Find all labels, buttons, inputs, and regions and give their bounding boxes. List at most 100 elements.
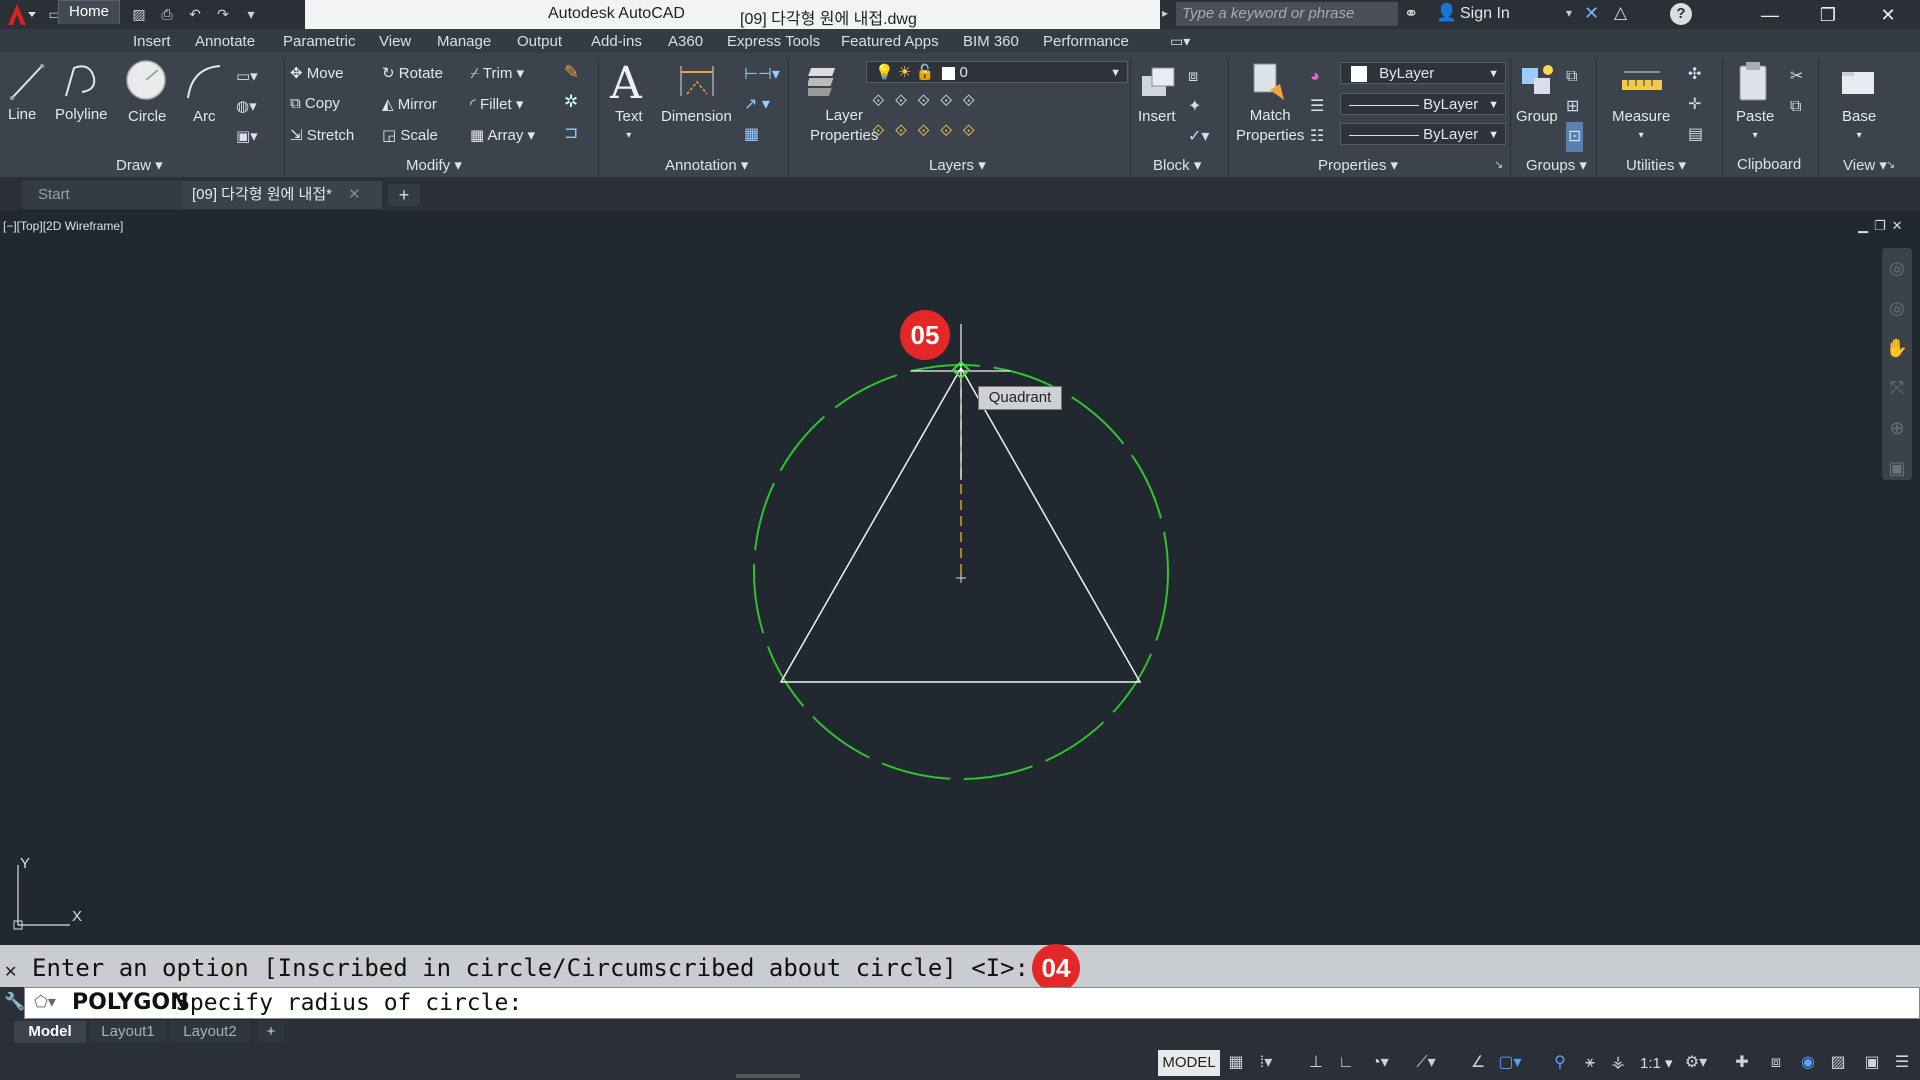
polyline-button[interactable] bbox=[60, 60, 104, 109]
chevron-down-icon[interactable]: ▾ bbox=[1566, 6, 1572, 20]
layer-tools-row1[interactable]: ⟐⟐⟐⟐⟐ bbox=[872, 93, 985, 111]
paste-button[interactable]: Paste ▾ bbox=[1736, 108, 1774, 142]
text-icon[interactable]: A bbox=[610, 58, 642, 109]
help-icon[interactable]: ? bbox=[1670, 3, 1692, 25]
tab-view[interactable]: View bbox=[379, 33, 411, 50]
arc-button[interactable] bbox=[182, 60, 226, 109]
lineweight-dropdown[interactable]: ByLayer ▼ bbox=[1340, 123, 1506, 145]
layers-panel-title[interactable]: Layers ▾ bbox=[929, 156, 986, 174]
stretch-button[interactable]: ⇲ Stretch bbox=[290, 126, 354, 144]
move-button[interactable]: ✥ Move bbox=[290, 64, 343, 82]
mirror-button[interactable]: ◭ Mirror bbox=[382, 95, 437, 113]
exchange-icon[interactable]: ✕ bbox=[1584, 3, 1599, 24]
line-button[interactable] bbox=[6, 60, 46, 109]
ortho-icon[interactable]: ∟ bbox=[1334, 1051, 1358, 1075]
new-tab-button[interactable]: + bbox=[388, 184, 420, 206]
annotation-visibility-icon[interactable]: ⚲ bbox=[1548, 1051, 1572, 1075]
color-dropdown[interactable]: ByLayer ▼ bbox=[1340, 62, 1506, 84]
expand-arrow-icon[interactable]: ▸ bbox=[1162, 6, 1168, 20]
model-space-button[interactable]: MODEL bbox=[1158, 1050, 1220, 1076]
minimize-button[interactable]: — bbox=[1750, 2, 1790, 28]
tab-layout1[interactable]: Layout1 bbox=[90, 1021, 166, 1043]
draw-panel-title[interactable]: Draw ▾ bbox=[116, 156, 163, 174]
base-view-icon[interactable] bbox=[1840, 66, 1876, 105]
rotate-button[interactable]: ↻ Rotate bbox=[382, 64, 443, 82]
properties-icons[interactable]: ◕ ☰ ☷ bbox=[1310, 62, 1324, 152]
paste-icon[interactable] bbox=[1734, 60, 1774, 109]
tab-annotate[interactable]: Annotate bbox=[195, 33, 255, 50]
polar-icon[interactable]: ◔▾ bbox=[1368, 1051, 1392, 1075]
infer-constraints-icon[interactable]: ⊥ bbox=[1304, 1051, 1328, 1075]
binoculars-icon[interactable]: ⚭ bbox=[1404, 4, 1418, 24]
sign-in-button[interactable]: Sign In bbox=[1460, 5, 1510, 23]
tab-insert[interactable]: Insert bbox=[133, 33, 171, 50]
group-icon[interactable] bbox=[1518, 60, 1558, 109]
tab-model[interactable]: Model bbox=[14, 1021, 86, 1043]
match-properties-icon[interactable] bbox=[1250, 60, 1290, 109]
user-icon[interactable]: 👤 bbox=[1436, 3, 1457, 23]
workspace-gear-icon[interactable]: ⚙▾ bbox=[1684, 1051, 1708, 1075]
layer-properties-button[interactable]: Layer Properties bbox=[810, 106, 878, 146]
tab-bim-360[interactable]: BIM 360 bbox=[963, 33, 1019, 50]
offset-icon[interactable]: ⊐ bbox=[564, 123, 578, 143]
scale-dropdown[interactable]: 1:1 ▾ bbox=[1640, 1054, 1673, 1072]
measure-icon[interactable] bbox=[1620, 62, 1664, 107]
polygon-command-icon[interactable]: ⬠▾ bbox=[34, 992, 56, 1012]
layer-dropdown[interactable]: 💡 ☀ 🔓 0 ▼ bbox=[866, 61, 1128, 83]
panel-launcher-icon[interactable]: ↘ bbox=[1494, 158, 1503, 171]
modify-panel-title[interactable]: Modify ▾ bbox=[406, 156, 462, 174]
object-snap-tracking-icon[interactable]: ∠ bbox=[1466, 1051, 1490, 1075]
scale-button[interactable]: ◲ Scale bbox=[382, 126, 438, 144]
fillet-button[interactable]: ◜ Fillet ▾ bbox=[470, 95, 523, 113]
workspace-toggle-icon[interactable]: ▭▾ bbox=[1170, 33, 1190, 50]
customization-menu-icon[interactable]: ☰ bbox=[1890, 1051, 1914, 1075]
tab-home[interactable]: Home bbox=[58, 0, 120, 24]
tab-performance[interactable]: Performance bbox=[1043, 33, 1129, 50]
text-button[interactable]: Text ▾ bbox=[615, 108, 643, 142]
tab-current-drawing[interactable]: [09] 다각형 원에 내접* ✕ bbox=[182, 181, 382, 209]
isodraft-icon[interactable]: ⟋▾ bbox=[1414, 1051, 1438, 1075]
group-button[interactable]: Group bbox=[1516, 108, 1558, 125]
tab-add-ins[interactable]: Add-ins bbox=[591, 33, 642, 50]
snap-icon[interactable]: ⁞▾ bbox=[1254, 1051, 1278, 1075]
drawing-canvas[interactable] bbox=[0, 210, 1920, 945]
a360-icon[interactable]: △ bbox=[1614, 3, 1627, 23]
undo-icon[interactable]: ↶ bbox=[184, 4, 206, 26]
plus-annotation-icon[interactable]: ✚ bbox=[1730, 1051, 1754, 1075]
autocad-logo-icon[interactable] bbox=[0, 0, 38, 29]
utilities-extra-tools[interactable]: ✣ ✛ ▤ bbox=[1688, 60, 1703, 150]
layer-tools-row2[interactable]: ⟐⟐⟐⟐⟐ bbox=[872, 123, 985, 141]
customize-dropdown-icon[interactable]: ▾ bbox=[240, 4, 262, 26]
tab-a360[interactable]: A360 bbox=[668, 33, 703, 50]
hardware-acceleration-icon[interactable]: ◉ bbox=[1796, 1051, 1820, 1075]
group-extra-tools[interactable]: ⧉ ⊞ ⊡ bbox=[1566, 62, 1584, 152]
clipboard-extra-tools[interactable]: ✂ ⧉ bbox=[1790, 62, 1803, 122]
redo-icon[interactable]: ↷ bbox=[212, 4, 234, 26]
tab-start[interactable]: Start bbox=[22, 181, 182, 209]
utilities-panel-title[interactable]: Utilities ▾ bbox=[1626, 156, 1686, 174]
clean-screen-icon[interactable]: ▣ bbox=[1860, 1051, 1884, 1075]
circle-button[interactable] bbox=[124, 58, 168, 107]
linetype-dropdown[interactable]: ByLayer ▼ bbox=[1340, 93, 1506, 115]
dimension-icon[interactable] bbox=[677, 60, 717, 105]
auto-scale-icon[interactable]: ⚹ bbox=[1578, 1051, 1602, 1075]
copy-button[interactable]: ⧉ Copy bbox=[290, 95, 340, 112]
close-command-icon[interactable]: ✕ bbox=[4, 962, 17, 982]
tab-layout2[interactable]: Layout2 bbox=[170, 1021, 250, 1043]
insert-button[interactable]: Insert bbox=[1138, 108, 1176, 125]
clipboard-panel-title[interactable]: Clipboard bbox=[1737, 156, 1801, 173]
object-snap-icon[interactable]: ▢▾ bbox=[1498, 1051, 1522, 1075]
layer-properties-icon[interactable] bbox=[804, 60, 848, 109]
search-input[interactable]: Type a keyword or phrase bbox=[1176, 2, 1398, 26]
plot-icon[interactable]: ⎙ bbox=[156, 4, 178, 26]
explode-icon[interactable]: ✲ bbox=[564, 92, 578, 112]
array-button[interactable]: ▦ Array ▾ bbox=[470, 126, 535, 144]
trim-button[interactable]: ⌿ Trim ▾ bbox=[470, 64, 524, 82]
restore-button[interactable]: ❐ bbox=[1808, 2, 1848, 28]
view-panel-title[interactable]: View ▾ bbox=[1843, 156, 1887, 174]
properties-panel-title[interactable]: Properties ▾ bbox=[1318, 156, 1398, 174]
annotation-scale-icon[interactable]: ⚶ bbox=[1606, 1051, 1630, 1075]
isolate-objects-icon[interactable]: ⧈ bbox=[1764, 1051, 1788, 1075]
tab-output[interactable]: Output bbox=[517, 33, 562, 50]
dimension-button[interactable]: Dimension bbox=[661, 108, 732, 125]
